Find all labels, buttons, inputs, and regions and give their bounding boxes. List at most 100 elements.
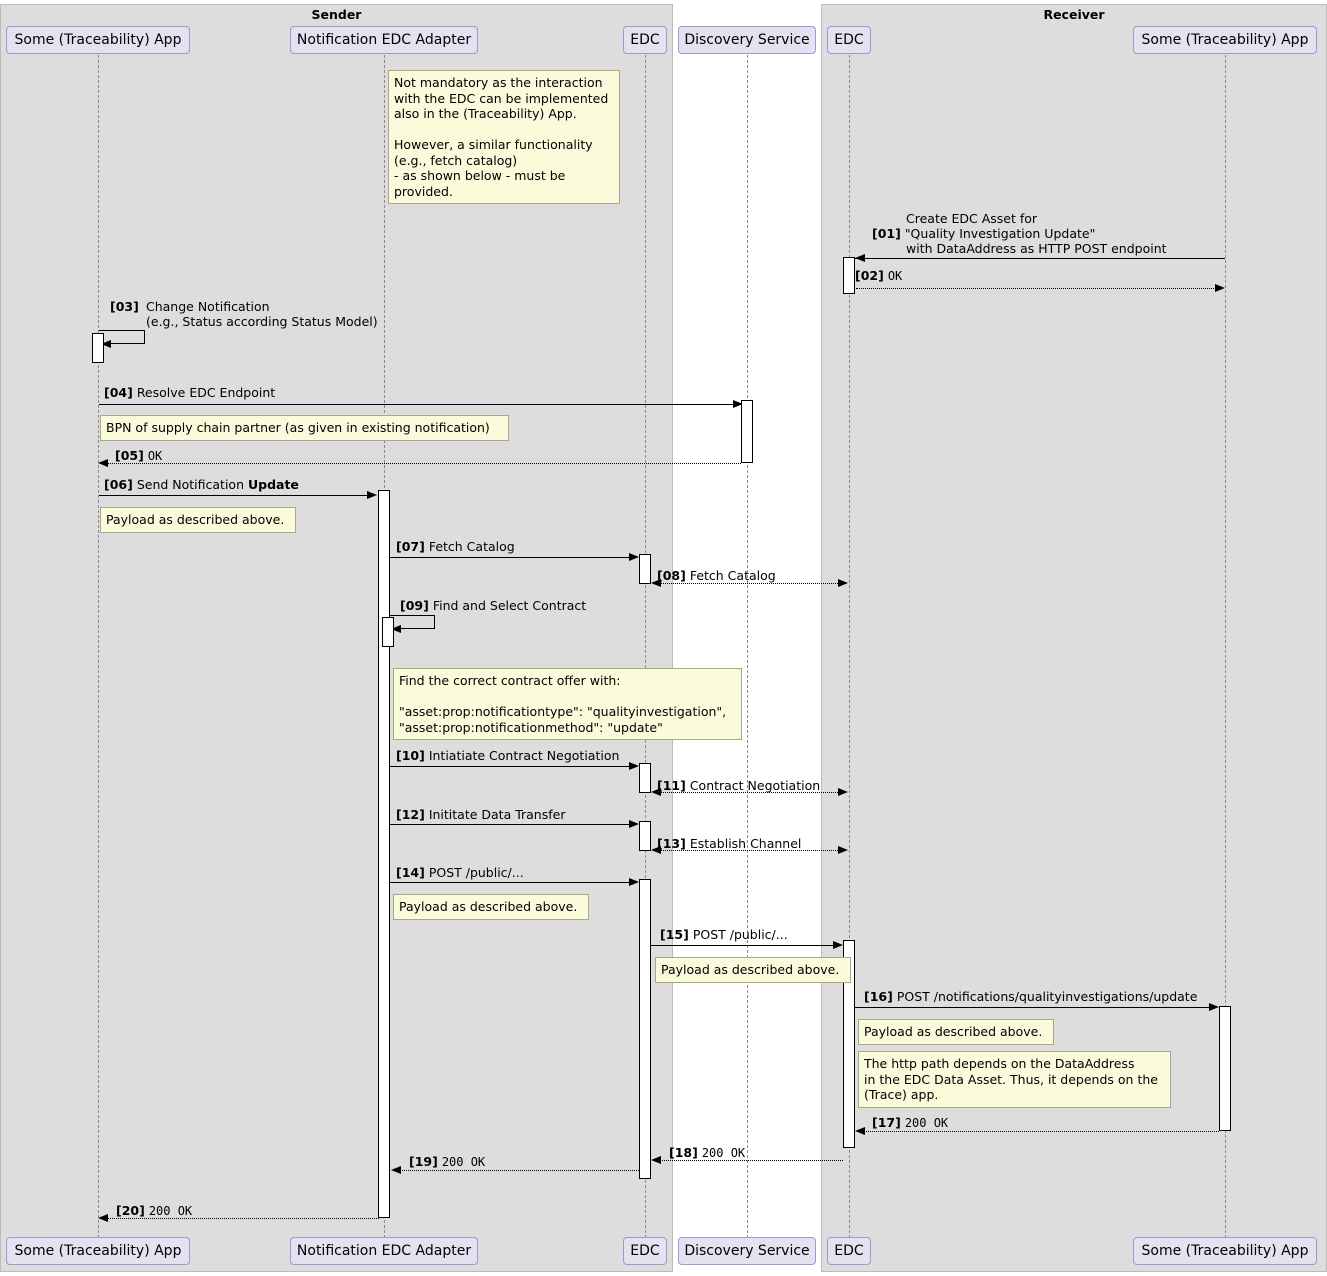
message-04-label: [04] Resolve EDC Endpoint xyxy=(104,385,275,400)
message-08-arrowhead xyxy=(838,578,848,587)
message-17-arrowhead xyxy=(855,1126,865,1135)
message-01-line2: "Quality Investigation Update" xyxy=(904,226,1096,241)
message-08-num: [08] xyxy=(657,568,686,583)
message-07-num: [07] xyxy=(396,539,425,554)
activation-sender-adapter-2 xyxy=(382,617,394,647)
participant-discovery-bottom[interactable]: Discovery Service xyxy=(678,1237,816,1265)
message-10-text: Intiatiate Contract Negotiation xyxy=(428,748,620,763)
message-16-text: POST /notifications/qualityinvestigation… xyxy=(896,989,1198,1004)
message-13-arrowhead xyxy=(838,845,848,854)
message-05-text: OK xyxy=(147,449,163,463)
message-03-label: [03] xyxy=(110,299,139,314)
message-04-line xyxy=(99,404,743,405)
participant-discovery-top[interactable]: Discovery Service xyxy=(678,26,816,54)
message-14-num: [14] xyxy=(396,865,425,880)
message-10-num: [10] xyxy=(396,748,425,763)
note-contract-offer: Find the correct contract offer with: "a… xyxy=(393,668,742,740)
sequence-diagram: Sender Receiver Some (Traceability) App … xyxy=(0,0,1327,1276)
message-16-label: [16] POST /notifications/qualityinvestig… xyxy=(864,989,1197,1004)
message-11-label: [11] Contract Negotiation xyxy=(657,778,820,793)
message-11-arrowhead xyxy=(838,787,848,796)
participant-sender-adapter-top[interactable]: Notification EDC Adapter xyxy=(290,26,478,54)
message-13-line xyxy=(660,850,840,851)
note-payload-15: Payload as described above. xyxy=(655,957,851,983)
participant-sender-edc-bottom[interactable]: EDC xyxy=(623,1237,667,1265)
message-15-text: POST /public/... xyxy=(692,927,788,942)
activation-sender-adapter-main xyxy=(378,490,390,1218)
message-12-line xyxy=(390,824,629,825)
participant-receiver-edc-top[interactable]: EDC xyxy=(827,26,871,54)
message-20-line xyxy=(107,1218,379,1219)
message-14-text: POST /public/... xyxy=(428,865,524,880)
message-07-text: Fetch Catalog xyxy=(428,539,515,554)
message-17-label: [17] 200 OK xyxy=(872,1115,948,1131)
participant-sender-adapter-bottom[interactable]: Notification EDC Adapter xyxy=(290,1237,478,1265)
participant-receiver-app-bottom[interactable]: Some (Traceability) App xyxy=(1133,1237,1317,1265)
message-15-line xyxy=(651,945,833,946)
message-11-text: Contract Negotiation xyxy=(689,778,821,793)
message-06-bold: Update xyxy=(247,477,299,492)
participant-receiver-app-top[interactable]: Some (Traceability) App xyxy=(1133,26,1317,54)
activation-receiver-app-1 xyxy=(1219,1006,1231,1131)
message-01-line3: with DataAddress as HTTP POST endpoint xyxy=(906,241,1167,256)
message-01-label3: with DataAddress as HTTP POST endpoint xyxy=(872,241,1167,256)
message-09-text: Find and Select Contract xyxy=(432,598,587,613)
note-adapter-optional: Not mandatory as the interaction with th… xyxy=(388,70,620,204)
note-payload-06: Payload as described above. xyxy=(100,507,296,533)
message-01-label: Create EDC Asset for xyxy=(872,211,1037,226)
message-19-label: [19] 200 OK xyxy=(409,1154,485,1170)
message-12-label: [12] Inititate Data Transfer xyxy=(396,807,565,822)
message-15-label: [15] POST /public/... xyxy=(660,927,788,942)
message-10-arrowhead xyxy=(629,761,639,770)
group-receiver-title: Receiver xyxy=(1043,7,1105,22)
lifeline-sender-app xyxy=(98,55,99,1238)
message-02-text: OK xyxy=(887,269,903,283)
message-10-label: [10] Intiatiate Contract Negotiation xyxy=(396,748,619,763)
message-01-line xyxy=(855,258,1225,259)
message-19-line xyxy=(400,1170,639,1171)
message-09-label: [09] Find and Select Contract xyxy=(400,598,586,613)
message-17-text: 200 OK xyxy=(904,1116,949,1130)
message-20-num: [20] xyxy=(116,1203,145,1218)
message-03-line1: Change Notification xyxy=(146,299,270,314)
message-17-num: [17] xyxy=(872,1115,901,1130)
note-bpn: BPN of supply chain partner (as given in… xyxy=(100,415,509,441)
message-06-text: Send Notification xyxy=(136,477,248,492)
participant-sender-edc-top[interactable]: EDC xyxy=(623,26,667,54)
message-14-label: [14] POST /public/... xyxy=(396,865,524,880)
message-05-arrowhead xyxy=(98,458,108,467)
activation-sender-edc-4 xyxy=(639,879,651,1179)
message-01-label2: [01] "Quality Investigation Update" xyxy=(872,226,1095,241)
activation-sender-app-1 xyxy=(92,333,104,363)
message-07-arrowhead xyxy=(629,552,639,561)
message-20-label: [20] 200 OK xyxy=(116,1203,192,1219)
note-http-path: The http path depends on the DataAddress… xyxy=(858,1051,1171,1108)
activation-sender-edc-1 xyxy=(639,554,651,584)
message-16-line xyxy=(855,1007,1209,1008)
message-18-text: 200 OK xyxy=(701,1146,746,1160)
message-09-num: [09] xyxy=(400,598,429,613)
message-08-text: Fetch Catalog xyxy=(689,568,776,583)
message-02-label: [02] OK xyxy=(855,268,902,284)
message-01-line1: Create EDC Asset for xyxy=(906,211,1038,226)
message-03-text1: Change Notification xyxy=(146,299,270,314)
message-07-label: [07] Fetch Catalog xyxy=(396,539,515,554)
message-07-line xyxy=(390,557,629,558)
participant-sender-app-bottom[interactable]: Some (Traceability) App xyxy=(6,1237,190,1265)
message-11-num: [11] xyxy=(657,778,686,793)
message-04-text: Resolve EDC Endpoint xyxy=(136,385,276,400)
message-13-text: Establish Channel xyxy=(689,836,802,851)
activation-receiver-edc-1 xyxy=(843,257,855,294)
participant-receiver-edc-bottom[interactable]: EDC xyxy=(827,1237,871,1265)
message-01-num: [01] xyxy=(872,226,901,241)
message-01-arrowhead xyxy=(855,253,865,262)
message-03-line2: (e.g., Status according Status Model) xyxy=(146,314,378,329)
message-19-text: 200 OK xyxy=(441,1155,486,1169)
message-11-arrowhead-left xyxy=(651,787,661,796)
lifeline-discovery xyxy=(747,55,748,1238)
participant-sender-app-top[interactable]: Some (Traceability) App xyxy=(6,26,190,54)
message-13-arrowhead-left xyxy=(651,845,661,854)
message-16-arrowhead xyxy=(1209,1002,1219,1011)
group-sender-title: Sender xyxy=(311,7,362,22)
message-08-arrowhead-left xyxy=(651,578,661,587)
